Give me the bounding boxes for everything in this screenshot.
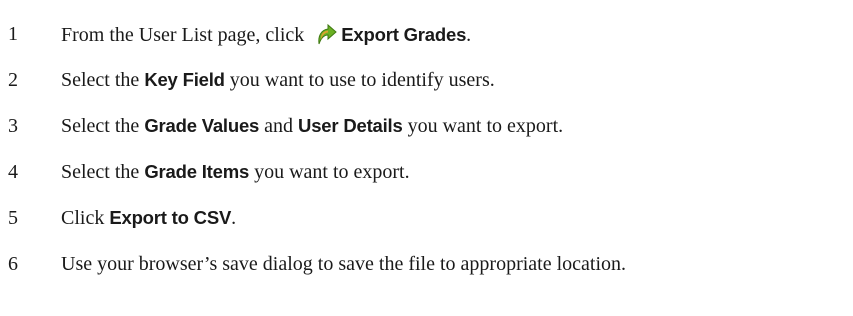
step-text-segment: you want to use to identify users. [224, 68, 495, 91]
step-text-segment: you want to export. [249, 160, 410, 183]
export-grades-icon [315, 22, 339, 46]
step-number: 5 [8, 206, 18, 229]
step-number: 1 [8, 22, 18, 45]
step-number: 3 [8, 114, 18, 137]
step-text: Select the Grade Items you want to expor… [61, 161, 410, 184]
step-text-segment: . [231, 206, 237, 229]
export-grades-label: Export Grades [341, 23, 467, 45]
grade-values-label: Grade Values [144, 114, 260, 136]
step-number: 6 [8, 252, 18, 275]
step-text-segment: . [466, 23, 472, 46]
step-text-segment: Click [61, 206, 110, 229]
step-text-segment: Select the [61, 160, 145, 183]
step-text-segment: Use your browser’s save dialog to save t… [61, 252, 627, 275]
step-number: 2 [8, 68, 18, 91]
step-text-segment: Select the [61, 68, 145, 91]
step-text-segment: Select the [61, 114, 145, 137]
step-text: Select the Key Field you want to use to … [61, 69, 495, 92]
key-field-label: Key Field [144, 68, 225, 90]
step-text: From the User List page, click Export Gr… [61, 22, 471, 47]
step-text: Select the Grade Values and User Details… [61, 115, 563, 138]
step-text: Use your browser’s save dialog to save t… [61, 253, 626, 276]
user-details-label: User Details [298, 114, 403, 136]
instruction-steps: 1 From the User List page, click Export … [0, 0, 853, 316]
step-number: 4 [8, 160, 18, 183]
grade-items-label: Grade Items [144, 160, 250, 182]
step-text-segment: and [259, 114, 299, 137]
step-text-segment: you want to export. [402, 114, 564, 137]
step-text: Click Export to CSV. [61, 207, 236, 230]
export-to-csv-label: Export to CSV [109, 206, 232, 228]
step-text-segment: From the User List page, click [61, 23, 310, 46]
